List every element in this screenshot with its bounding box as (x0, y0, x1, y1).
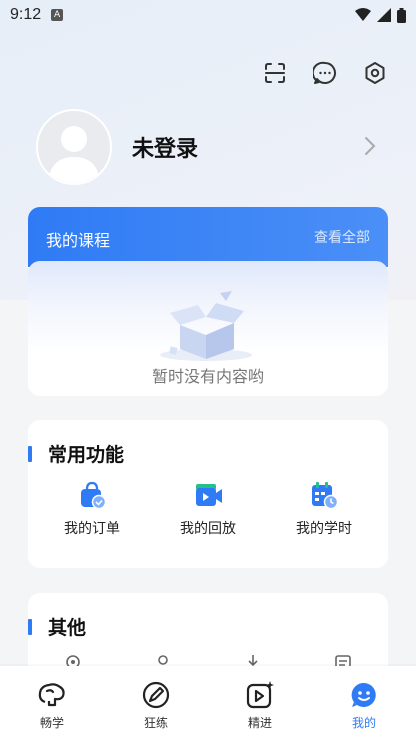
order-bag-icon (81, 481, 107, 510)
my-orders-button[interactable]: 我的订单 (42, 480, 142, 538)
status-time: 9:12 (10, 6, 42, 23)
study-hours-calendar-icon (312, 482, 339, 510)
settings-icon[interactable] (362, 60, 388, 86)
message-icon[interactable] (312, 60, 338, 86)
nav-label-jingjin: 精进 (247, 716, 272, 730)
my-replays-button[interactable]: 我的回放 (158, 480, 258, 538)
course-header: 我的课程 查看全部 (28, 207, 388, 267)
nav-label-kuanglian: 狂练 (143, 716, 168, 730)
scan-icon[interactable] (262, 60, 288, 86)
profile-row[interactable]: 未登录 (36, 108, 386, 186)
other-title: 其他 (48, 617, 87, 639)
my-study-hours-label: 我的学时 (296, 521, 352, 537)
bottom-navigation: 畅学 狂练 精进 我的 (0, 666, 416, 741)
section-accent-bar (28, 445, 32, 462)
common-functions-title: 常用功能 (48, 444, 125, 466)
course-title: 我的课程 (46, 231, 111, 250)
nav-label-wode: 我的 (351, 716, 376, 730)
empty-box-illustration (160, 291, 252, 361)
nav-item-wode[interactable]: 我的 (324, 680, 404, 731)
replay-video-icon (196, 484, 222, 506)
avatar[interactable] (36, 109, 112, 185)
status-bar: 9:12 A (0, 0, 416, 30)
my-replays-label: 我的回放 (180, 521, 236, 537)
signal-icon (377, 8, 391, 22)
section-accent-bar (28, 618, 32, 635)
common-functions-card: 常用功能 我的订单 我的回放 我的学时 (28, 420, 388, 568)
my-courses-card: 我的课程 查看全部 暂时没有内容哟 (28, 207, 388, 396)
nav-item-kuanglian[interactable]: 狂练 (116, 680, 196, 731)
battery-icon (397, 7, 406, 23)
empty-text: 暂时没有内容哟 (151, 367, 264, 386)
my-orders-label: 我的订单 (64, 521, 120, 537)
course-empty-state: 暂时没有内容哟 (28, 261, 388, 396)
my-study-hours-button[interactable]: 我的学时 (274, 480, 374, 538)
smile-face-icon (351, 682, 376, 707)
status-notification-badge: A (51, 9, 64, 21)
nav-item-jingjin[interactable]: 精进 (220, 680, 300, 731)
nav-label-changxue: 畅学 (39, 716, 64, 730)
profile-name: 未登录 (132, 137, 199, 162)
brain-icon (38, 683, 65, 707)
pencil-icon (142, 681, 170, 709)
default-avatar-icon (48, 126, 100, 183)
chevron-right-icon[interactable] (364, 136, 376, 156)
view-all-link[interactable]: 查看全部 (314, 227, 370, 247)
top-actions (262, 60, 388, 86)
wifi-icon (355, 8, 371, 21)
play-star-icon (246, 681, 274, 709)
nav-item-changxue[interactable]: 畅学 (12, 680, 92, 731)
